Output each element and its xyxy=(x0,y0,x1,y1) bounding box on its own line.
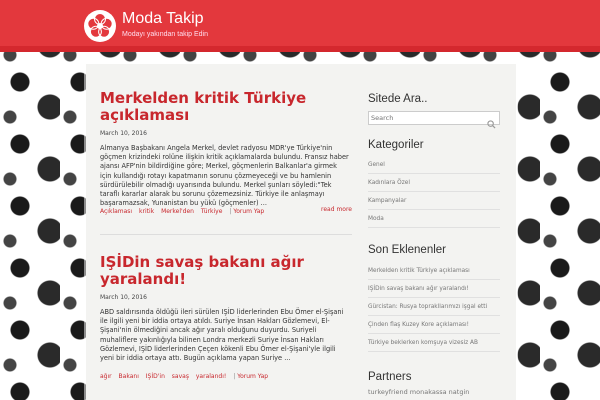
recent-posts-widget-title: Son Eklenenler xyxy=(368,244,446,256)
tag-link[interactable]: IŞİD'in xyxy=(146,373,165,380)
post: IŞİDin savaş bakanı ağır yaralandı! Marc… xyxy=(100,254,352,363)
recent-post-link[interactable]: Çinden flaş Kuzey Kore açıklaması! xyxy=(368,316,500,334)
categories-widget-title: Kategoriler xyxy=(368,139,424,151)
search-input[interactable] xyxy=(371,113,481,123)
search-icon[interactable] xyxy=(487,114,496,133)
site-description: Modayı yakından takip Edin xyxy=(122,31,208,38)
post-divider xyxy=(100,234,352,235)
post: Merkelden kritik Türkiye açıklaması Marc… xyxy=(100,90,352,208)
post-date: March 10, 2016 xyxy=(100,294,147,301)
tag-link[interactable]: kritik xyxy=(139,208,154,215)
category-link[interactable]: Genel xyxy=(368,156,500,174)
category-link[interactable]: Kadınlara Özel xyxy=(368,174,500,192)
site-title[interactable]: Moda Takip xyxy=(122,10,204,28)
tag-link[interactable]: savaş xyxy=(172,373,189,380)
read-more-link[interactable]: read more xyxy=(321,206,352,213)
tag-link[interactable]: Merkel'den xyxy=(161,208,194,215)
categories-list: Genel Kadınlara Özel Kampanyalar Moda xyxy=(368,156,500,228)
search-widget-title: Sitede Ara.. xyxy=(368,93,428,105)
partners-text[interactable]: turkeyfriend monakassa natgin xyxy=(368,388,469,396)
post-excerpt: ABD saldırısında öldüğü ileri sürülen IŞ… xyxy=(100,308,344,363)
tag-link[interactable]: yaralandı! xyxy=(196,373,226,380)
post-date: March 10, 2016 xyxy=(100,130,147,137)
tag-link[interactable]: Türkiye xyxy=(201,208,223,215)
comment-link[interactable]: Yorum Yap xyxy=(233,208,264,215)
tag-link[interactable]: Bakanı xyxy=(119,373,139,380)
recent-post-link[interactable]: IŞİDin savaş bakanı ağır yaralandı! xyxy=(368,280,500,298)
post-tags: Açıklaması kritik Merkel'den Türkiye | Yo… xyxy=(100,208,269,215)
post-title[interactable]: Merkelden kritik Türkiye açıklaması xyxy=(100,90,352,124)
post-tags: ağır Bakanı IŞİD'in savaş yaralandı! | Yo… xyxy=(100,373,273,380)
comment-link[interactable]: Yorum Yap xyxy=(237,373,268,380)
flower-logo-icon[interactable] xyxy=(84,10,116,42)
search-box[interactable] xyxy=(368,111,500,129)
site-header: Moda Takip Modayı yakından takip Edin xyxy=(0,0,600,52)
recent-post-link[interactable]: Türkiye beklerken komşuya vizesiz AB xyxy=(368,334,500,352)
meta-separator: | xyxy=(233,373,236,380)
recent-posts-list: Merkelden kritik Türkiye açıklaması IŞİD… xyxy=(368,262,500,352)
post-title[interactable]: IŞİDin savaş bakanı ağır yaralandı! xyxy=(100,254,352,288)
category-link[interactable]: Moda xyxy=(368,210,500,228)
post-excerpt: Almanya Başbakanı Angela Merkel, devlet … xyxy=(100,144,349,208)
partners-widget-title: Partners xyxy=(368,371,412,383)
content-panel: Merkelden kritik Türkiye açıklaması Marc… xyxy=(86,64,516,400)
category-link[interactable]: Kampanyalar xyxy=(368,192,500,210)
recent-post-link[interactable]: Merkelden kritik Türkiye açıklaması xyxy=(368,262,500,280)
meta-separator: | xyxy=(229,208,232,215)
tag-link[interactable]: Açıklaması xyxy=(100,208,132,215)
tag-link[interactable]: ağır xyxy=(100,373,112,380)
recent-post-link[interactable]: Gürcistan: Rusya toprakllarımızı işgal e… xyxy=(368,298,500,316)
